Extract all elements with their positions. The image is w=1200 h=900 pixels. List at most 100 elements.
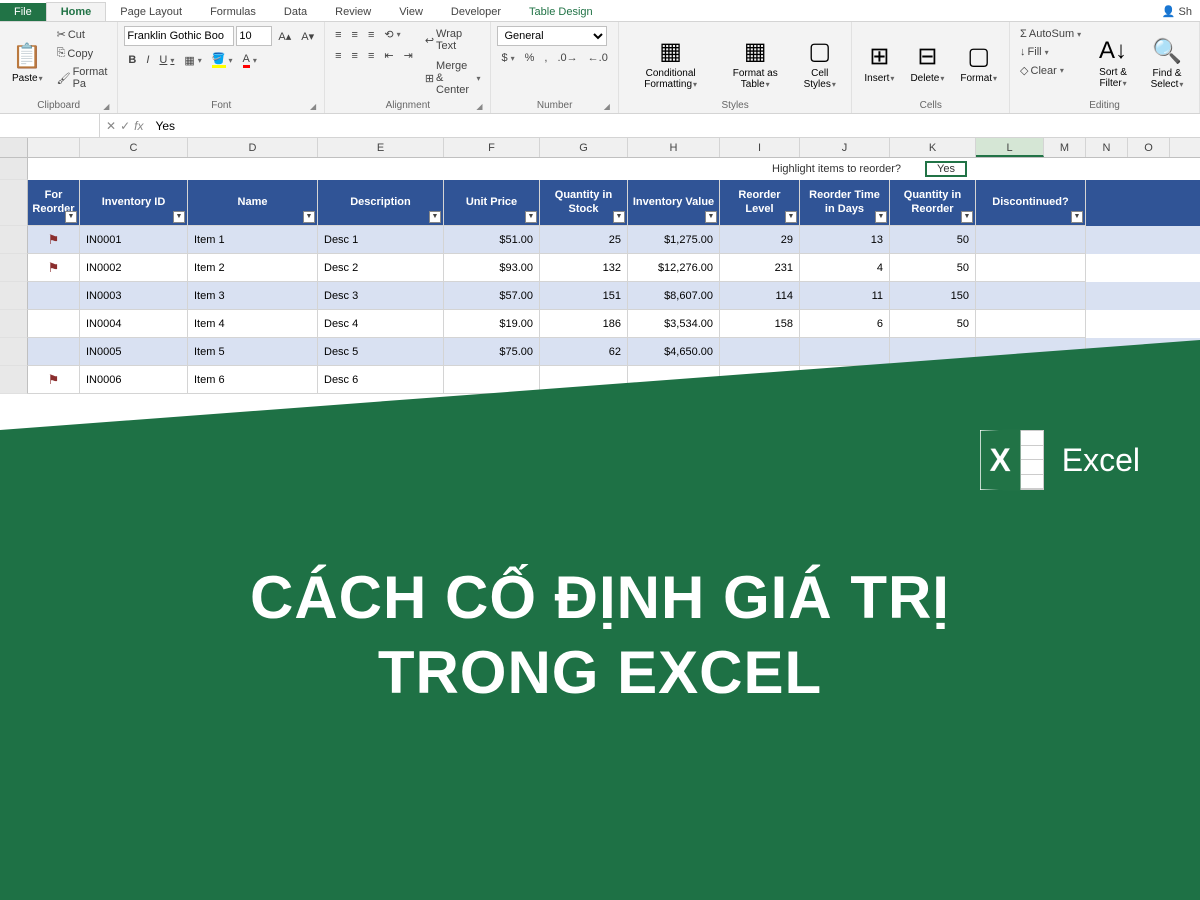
cell[interactable] bbox=[976, 254, 1086, 282]
align-right-button[interactable]: ≡ bbox=[364, 48, 378, 64]
cell[interactable]: 13 bbox=[800, 226, 890, 254]
cell[interactable]: 186 bbox=[540, 310, 628, 338]
font-color-button[interactable]: A bbox=[239, 51, 261, 70]
cell[interactable]: ⚑ bbox=[28, 254, 80, 282]
cell[interactable]: 50 bbox=[890, 254, 976, 282]
cell[interactable]: $8,607.00 bbox=[628, 282, 720, 310]
highlight-value-cell[interactable]: Yes bbox=[925, 161, 967, 177]
clipboard-launcher[interactable]: ◢ bbox=[103, 102, 109, 111]
col-header-C[interactable]: C bbox=[80, 138, 188, 157]
cell[interactable]: 151 bbox=[540, 282, 628, 310]
increase-indent-button[interactable]: ⇥ bbox=[400, 47, 417, 64]
number-launcher[interactable]: ◢ bbox=[604, 102, 610, 111]
cell[interactable]: 150 bbox=[890, 282, 976, 310]
cell[interactable] bbox=[976, 282, 1086, 310]
copy-button[interactable]: ⎘Copy bbox=[53, 45, 112, 62]
cell[interactable]: 158 bbox=[720, 310, 800, 338]
fill-color-button[interactable]: 🪣 bbox=[208, 50, 237, 70]
select-all-corner[interactable] bbox=[0, 138, 28, 157]
col-header-O[interactable]: O bbox=[1128, 138, 1170, 157]
cell[interactable]: $12,276.00 bbox=[628, 254, 720, 282]
font-launcher[interactable]: ◢ bbox=[310, 102, 316, 111]
sort-filter-button[interactable]: A↓Sort & Filter bbox=[1089, 26, 1137, 100]
cell[interactable]: $57.00 bbox=[444, 282, 540, 310]
filter-dropdown[interactable]: ▼ bbox=[961, 211, 973, 223]
cell[interactable]: 50 bbox=[890, 310, 976, 338]
filter-dropdown[interactable]: ▼ bbox=[705, 211, 717, 223]
cell[interactable]: $3,534.00 bbox=[628, 310, 720, 338]
tab-table-design[interactable]: Table Design bbox=[515, 3, 607, 21]
name-box[interactable] bbox=[0, 114, 100, 137]
number-format-combo[interactable]: General bbox=[497, 26, 607, 46]
cell[interactable]: Item 1 bbox=[188, 226, 318, 254]
tab-developer[interactable]: Developer bbox=[437, 3, 515, 21]
cell[interactable]: Desc 2 bbox=[318, 254, 444, 282]
italic-button[interactable]: I bbox=[142, 52, 153, 68]
cell[interactable]: 25 bbox=[540, 226, 628, 254]
find-select-button[interactable]: 🔍Find & Select bbox=[1141, 26, 1193, 100]
tab-home[interactable]: Home bbox=[46, 2, 107, 21]
alignment-launcher[interactable]: ◢ bbox=[476, 102, 482, 111]
cell[interactable]: Desc 3 bbox=[318, 282, 444, 310]
cell[interactable]: $93.00 bbox=[444, 254, 540, 282]
filter-dropdown[interactable]: ▼ bbox=[785, 211, 797, 223]
cell[interactable]: 11 bbox=[800, 282, 890, 310]
col-header-H[interactable]: H bbox=[628, 138, 720, 157]
filter-dropdown[interactable]: ▼ bbox=[1071, 211, 1083, 223]
filter-dropdown[interactable]: ▼ bbox=[525, 211, 537, 223]
border-button[interactable]: ▦ bbox=[180, 52, 205, 69]
tab-view[interactable]: View bbox=[385, 3, 437, 21]
filter-dropdown[interactable]: ▼ bbox=[613, 211, 625, 223]
cell[interactable]: 114 bbox=[720, 282, 800, 310]
format-as-table-button[interactable]: ▦Format as Table bbox=[720, 26, 790, 100]
bold-button[interactable]: B bbox=[124, 52, 140, 68]
cell[interactable]: $19.00 bbox=[444, 310, 540, 338]
decrease-decimal-button[interactable]: ←.0 bbox=[584, 50, 612, 66]
tab-review[interactable]: Review bbox=[321, 3, 385, 21]
cell[interactable]: IN0001 bbox=[80, 226, 188, 254]
cell[interactable]: Desc 1 bbox=[318, 226, 444, 254]
cell[interactable]: IN0004 bbox=[80, 310, 188, 338]
cell[interactable]: 231 bbox=[720, 254, 800, 282]
insert-cells-button[interactable]: ⊞Insert bbox=[858, 26, 900, 100]
cell[interactable]: $51.00 bbox=[444, 226, 540, 254]
share-button[interactable]: 👤 Sh bbox=[1154, 2, 1200, 21]
cell[interactable]: Item 2 bbox=[188, 254, 318, 282]
cell-styles-button[interactable]: ▢Cell Styles bbox=[794, 26, 845, 100]
cell[interactable] bbox=[976, 226, 1086, 254]
orientation-button[interactable]: ⟲ bbox=[380, 26, 404, 43]
fx-icon[interactable]: fx bbox=[134, 119, 143, 133]
increase-decimal-button[interactable]: .0→ bbox=[553, 50, 581, 66]
cut-button[interactable]: ✂Cut bbox=[53, 26, 112, 43]
formula-input[interactable]: Yes bbox=[149, 119, 1200, 133]
font-size-combo[interactable] bbox=[236, 26, 272, 46]
delete-cells-button[interactable]: ⊟Delete bbox=[904, 26, 950, 100]
tab-formulas[interactable]: Formulas bbox=[196, 3, 270, 21]
font-name-combo[interactable] bbox=[124, 26, 234, 46]
cell[interactable]: Item 3 bbox=[188, 282, 318, 310]
col-header-G[interactable]: G bbox=[540, 138, 628, 157]
col-header-E[interactable]: E bbox=[318, 138, 444, 157]
format-painter-button[interactable]: 🖌Format Pa bbox=[53, 64, 112, 92]
cell[interactable]: Desc 4 bbox=[318, 310, 444, 338]
autosum-button[interactable]: ΣAutoSum bbox=[1016, 26, 1085, 42]
filter-dropdown[interactable]: ▼ bbox=[303, 211, 315, 223]
accounting-format-button[interactable]: $ bbox=[497, 50, 518, 66]
col-header-D[interactable]: D bbox=[188, 138, 318, 157]
filter-dropdown[interactable]: ▼ bbox=[65, 211, 77, 223]
align-center-button[interactable]: ≡ bbox=[348, 48, 362, 64]
cell[interactable]: IN0003 bbox=[80, 282, 188, 310]
cell[interactable]: 50 bbox=[890, 226, 976, 254]
comma-format-button[interactable]: , bbox=[540, 50, 551, 66]
cell[interactable]: 6 bbox=[800, 310, 890, 338]
clear-button[interactable]: ◇Clear bbox=[1016, 62, 1085, 79]
cell[interactable] bbox=[28, 282, 80, 310]
cell[interactable]: 4 bbox=[800, 254, 890, 282]
merge-center-button[interactable]: ⊞Merge & Center bbox=[421, 58, 485, 98]
underline-button[interactable]: U bbox=[155, 52, 178, 68]
cell[interactable]: 29 bbox=[720, 226, 800, 254]
col-header-I[interactable]: I bbox=[720, 138, 800, 157]
align-bottom-button[interactable]: ≡ bbox=[364, 27, 378, 43]
align-left-button[interactable]: ≡ bbox=[331, 48, 345, 64]
cell[interactable]: $1,275.00 bbox=[628, 226, 720, 254]
